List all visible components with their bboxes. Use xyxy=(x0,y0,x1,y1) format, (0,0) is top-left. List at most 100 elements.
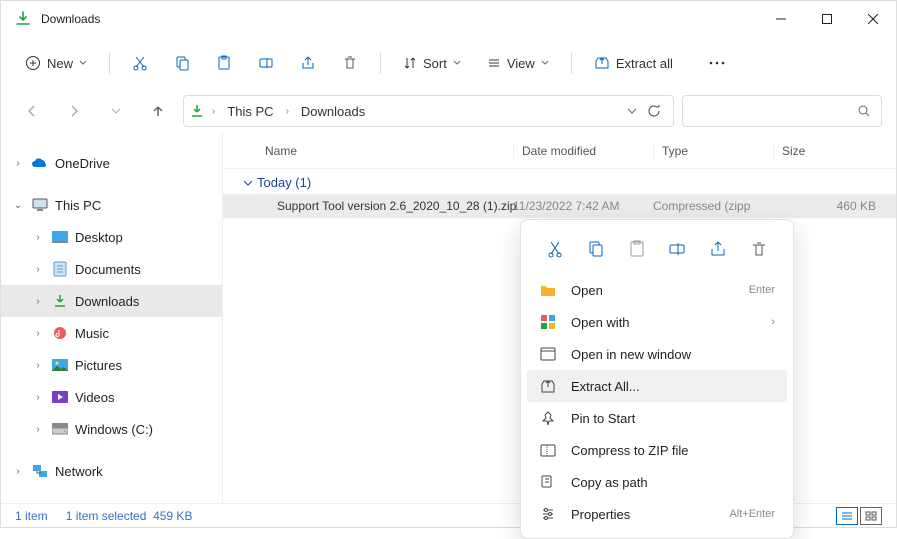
chevron-right-icon[interactable]: › xyxy=(31,230,45,244)
paste-button[interactable] xyxy=(206,45,242,81)
context-share-button[interactable] xyxy=(701,232,735,266)
context-rename-button[interactable] xyxy=(660,232,694,266)
context-compress[interactable]: Compress to ZIP file xyxy=(527,434,787,466)
window-title: Downloads xyxy=(41,12,758,26)
chevron-right-icon[interactable]: › xyxy=(31,390,45,404)
chevron-right-icon[interactable]: › xyxy=(11,464,25,478)
context-cut-button[interactable] xyxy=(538,232,572,266)
context-extract-all[interactable]: Extract All... xyxy=(527,370,787,402)
sidebar-item-label: This PC xyxy=(55,198,101,213)
chevron-right-icon[interactable]: › xyxy=(11,156,25,170)
column-size[interactable]: Size xyxy=(773,144,805,158)
sidebar-item-label: Windows (C:) xyxy=(75,422,153,437)
chevron-down-icon[interactable]: ⌄ xyxy=(11,198,25,212)
sort-button[interactable]: Sort xyxy=(393,45,471,81)
videos-icon xyxy=(51,388,69,406)
search-box[interactable] xyxy=(682,95,882,127)
context-copy-path[interactable]: Copy as path xyxy=(527,466,787,498)
more-button[interactable] xyxy=(699,45,735,81)
context-copy-button[interactable] xyxy=(579,232,613,266)
paste-icon xyxy=(216,55,232,71)
sidebar-item-label: Music xyxy=(75,326,109,341)
context-open[interactable]: Open Enter xyxy=(527,274,787,306)
sidebar-item-windowsc[interactable]: › Windows (C:) xyxy=(1,413,222,445)
share-button[interactable] xyxy=(290,45,326,81)
chevron-right-icon[interactable]: › xyxy=(31,326,45,340)
extract-all-label: Extract all xyxy=(616,56,673,71)
minimize-button[interactable] xyxy=(758,1,804,37)
column-name[interactable]: Name xyxy=(265,144,513,158)
context-properties[interactable]: Properties Alt+Enter xyxy=(527,498,787,530)
recent-button[interactable] xyxy=(99,94,133,128)
chevron-right-icon[interactable]: › xyxy=(31,262,45,276)
up-button[interactable] xyxy=(141,94,175,128)
copy-icon xyxy=(174,55,190,71)
address-bar[interactable]: › This PC › Downloads xyxy=(183,95,674,127)
delete-button[interactable] xyxy=(332,45,368,81)
sidebar-item-documents[interactable]: › Documents xyxy=(1,253,222,285)
context-new-window[interactable]: Open in new window xyxy=(527,338,787,370)
breadcrumb-downloads[interactable]: Downloads xyxy=(297,104,369,119)
titlebar: Downloads xyxy=(1,1,896,37)
chevron-right-icon[interactable]: › xyxy=(31,294,45,308)
pin-icon xyxy=(539,410,557,426)
breadcrumb-thispc[interactable]: This PC xyxy=(223,104,277,119)
file-size: 460 KB xyxy=(773,199,896,213)
new-button[interactable]: New xyxy=(15,45,97,81)
refresh-icon[interactable] xyxy=(647,104,661,118)
sort-label: Sort xyxy=(423,56,447,71)
extract-icon xyxy=(539,378,557,394)
back-button[interactable] xyxy=(15,94,49,128)
column-type[interactable]: Type xyxy=(653,144,773,158)
view-icon xyxy=(487,56,501,70)
sidebar-item-thispc[interactable]: ⌄ This PC xyxy=(1,189,222,221)
context-delete-button[interactable] xyxy=(742,232,776,266)
properties-icon xyxy=(539,506,557,522)
thumbnails-view-button[interactable] xyxy=(860,507,882,525)
sidebar-item-pictures[interactable]: › Pictures xyxy=(1,349,222,381)
plus-circle-icon xyxy=(25,55,41,71)
cut-icon xyxy=(132,55,148,71)
context-paste-button[interactable] xyxy=(620,232,654,266)
rename-button[interactable] xyxy=(248,45,284,81)
view-button[interactable]: View xyxy=(477,45,559,81)
chevron-down-icon xyxy=(243,178,253,188)
details-view-button[interactable] xyxy=(836,507,858,525)
music-icon xyxy=(51,324,69,342)
sidebar-item-downloads[interactable]: › Downloads xyxy=(1,285,222,317)
sidebar-item-music[interactable]: › Music xyxy=(1,317,222,349)
column-headers[interactable]: Name Date modified Type Size xyxy=(223,133,896,169)
column-date[interactable]: Date modified xyxy=(513,144,653,158)
download-icon xyxy=(190,104,204,118)
chevron-right-icon[interactable]: › xyxy=(31,422,45,436)
chevron-right-icon[interactable]: › xyxy=(31,358,45,372)
sidebar-item-desktop[interactable]: › Desktop xyxy=(1,221,222,253)
forward-button[interactable] xyxy=(57,94,91,128)
share-icon xyxy=(709,240,727,258)
cut-button[interactable] xyxy=(122,45,158,81)
sidebar-item-label: Desktop xyxy=(75,230,123,245)
status-size: 459 KB xyxy=(153,509,192,523)
status-item-count: 1 item xyxy=(15,509,48,523)
chevron-right-icon: › xyxy=(771,316,775,328)
context-pin-start[interactable]: Pin to Start xyxy=(527,402,787,434)
sidebar-item-videos[interactable]: › Videos xyxy=(1,381,222,413)
chevron-down-icon xyxy=(541,59,549,67)
extract-all-button[interactable]: Extract all xyxy=(584,45,683,81)
cut-icon xyxy=(546,240,564,258)
sidebar-item-label: OneDrive xyxy=(55,156,110,171)
close-button[interactable] xyxy=(850,1,896,37)
context-open-with[interactable]: Open with › xyxy=(527,306,787,338)
chevron-down-icon[interactable] xyxy=(627,107,637,115)
group-today[interactable]: Today (1) xyxy=(223,169,896,194)
sidebar-item-network[interactable]: › Network xyxy=(1,455,222,487)
more-icon xyxy=(709,61,725,65)
maximize-button[interactable] xyxy=(804,1,850,37)
chevron-down-icon xyxy=(79,59,87,67)
sidebar-item-onedrive[interactable]: › OneDrive xyxy=(1,147,222,179)
onedrive-icon xyxy=(31,154,49,172)
file-row[interactable]: Support Tool version 2.6_2020_10_28 (1).… xyxy=(223,194,896,218)
sort-icon xyxy=(403,56,417,70)
copy-icon xyxy=(587,240,605,258)
copy-button[interactable] xyxy=(164,45,200,81)
